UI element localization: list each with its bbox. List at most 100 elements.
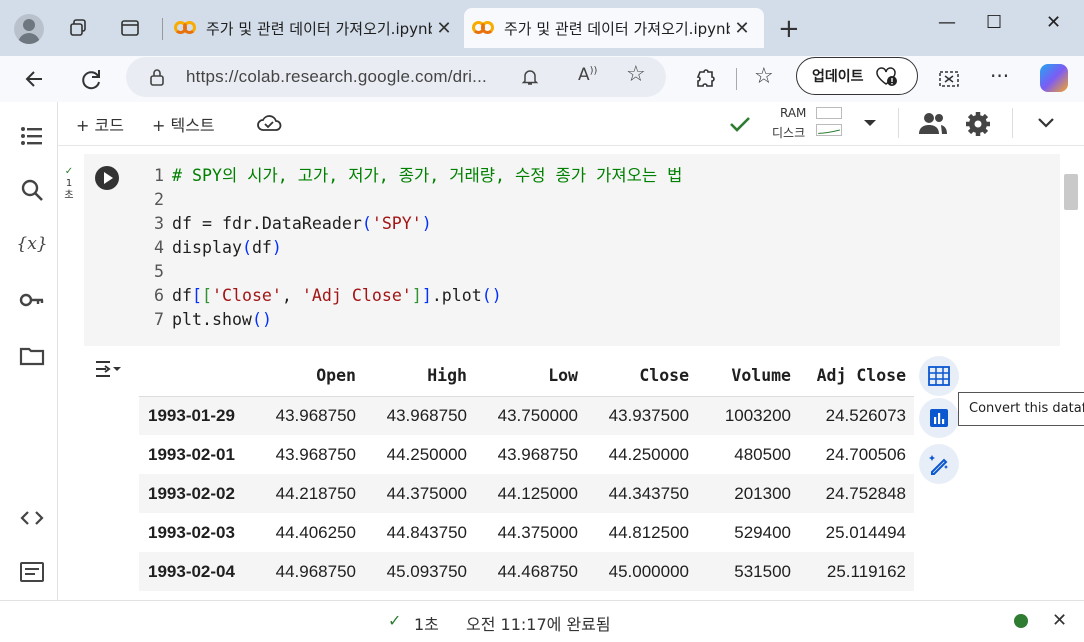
table-cell: 25.014494 — [825, 522, 906, 542]
dataframe-table: Open High Low Close Volume Adj Close 199… — [139, 356, 914, 591]
disk-usage-bar[interactable] — [816, 124, 842, 136]
left-sidebar: {x} — [6, 102, 58, 600]
table-icon — [928, 366, 950, 386]
variables-icon[interactable]: {x} — [16, 230, 47, 258]
screenshot-icon[interactable] — [934, 64, 964, 94]
window-close-button[interactable]: ✕ — [1046, 12, 1061, 33]
table-row: 1993-02-04 44.968750 45.093750 44.468750 45.… — [139, 552, 914, 591]
column-header: Open — [253, 356, 364, 397]
copilot-icon[interactable] — [1040, 64, 1068, 92]
tab-actions-icon[interactable] — [120, 18, 140, 38]
cloud-save-icon[interactable] — [256, 112, 282, 134]
colab-toolbar: + 코드 + 텍스트 RAM 디스크 — [58, 102, 1084, 146]
table-cell: 201300 — [697, 474, 799, 513]
code-line: 5 — [140, 260, 682, 284]
address-bar[interactable]: https://colab.research.google.com/dri...… — [126, 57, 666, 97]
ram-label: RAM — [780, 106, 807, 120]
files-folder-icon[interactable] — [18, 342, 46, 370]
table-of-contents-icon[interactable] — [18, 122, 46, 150]
table-cell: 44.375000 — [364, 474, 475, 513]
magic-pencil-icon — [929, 455, 948, 475]
suggest-charts-button[interactable] — [919, 398, 959, 438]
code-text: df[['Close', 'Adj Close']].plot() — [172, 286, 502, 305]
bell-icon[interactable] — [520, 67, 540, 87]
table-cell: 24.700506 — [825, 444, 906, 464]
line-number: 6 — [154, 286, 164, 305]
table-cell: 44.375000 — [497, 522, 578, 542]
column-header: Adj Close — [799, 356, 914, 397]
browser-tab-2[interactable]: 주가 및 관련 데이터 가져오기.ipynb ✕ — [464, 8, 764, 48]
table-cell: 44.218750 — [253, 474, 364, 513]
table-cell: 44.968750 — [253, 552, 364, 591]
code-editor[interactable]: 1 # SPY의 시가, 고가, 저가, 종가, 거래량, 수정 종가 가져오는 … — [140, 164, 682, 332]
code-text: plt.show() — [172, 310, 272, 329]
check-icon: ✓ — [64, 166, 74, 177]
code-line: 2 — [140, 188, 682, 212]
table-cell: 1003200 — [697, 396, 799, 435]
table-row: 1993-02-03 44.406250 44.843750 44.375000 44.… — [139, 513, 914, 552]
more-menu-icon[interactable]: ··· — [990, 64, 1009, 88]
line-number: 5 — [154, 262, 164, 281]
extensions-icon[interactable] — [690, 64, 720, 94]
table-cell: 43.968750 — [497, 444, 578, 464]
line-number: 1 — [154, 166, 164, 185]
lock-icon[interactable] — [148, 68, 166, 86]
status-close-icon[interactable]: ✕ — [1052, 610, 1067, 631]
line-number: 4 — [154, 238, 164, 257]
runtime-status-dot[interactable] — [1014, 614, 1028, 628]
profile-avatar[interactable] — [14, 14, 44, 44]
settings-gear-icon[interactable] — [964, 110, 992, 138]
search-icon[interactable] — [18, 176, 46, 204]
tab-close-icon[interactable]: ✕ — [730, 18, 754, 39]
interactive-table-button[interactable] — [919, 356, 959, 396]
run-cell-button[interactable] — [95, 166, 119, 190]
line-number: 7 — [154, 310, 164, 329]
table-cell: 44.343750 — [586, 474, 697, 513]
table-cell: 43.968750 — [275, 444, 356, 464]
collections-icon[interactable] — [68, 18, 88, 38]
tab-close-icon[interactable]: ✕ — [432, 18, 456, 39]
table-cell: 44.406250 — [275, 522, 356, 542]
favorite-star-icon[interactable]: ☆ — [626, 62, 646, 87]
back-arrow-icon[interactable] — [20, 64, 50, 94]
index-header — [139, 356, 253, 397]
code-text: display(df) — [172, 238, 282, 257]
table-cell: 43.968750 — [253, 396, 364, 435]
favorites-icon[interactable]: ☆ — [754, 64, 774, 89]
row-index-date: 1993-02-02 — [139, 474, 253, 513]
table-cell: 43.937500 — [586, 396, 697, 435]
generate-code-button[interactable] — [919, 444, 959, 484]
refresh-icon[interactable] — [76, 64, 106, 94]
maximize-button[interactable]: ☐ — [986, 12, 1002, 33]
collapse-chevron-icon[interactable] — [1036, 116, 1056, 130]
output-options-icon[interactable] — [94, 358, 122, 380]
update-button[interactable]: 업데이트 — [796, 57, 918, 95]
terminal-icon[interactable] — [18, 558, 46, 586]
read-aloud-icon[interactable]: A)) — [578, 65, 597, 85]
table-cell: 24.526073 — [799, 396, 914, 435]
share-people-icon[interactable] — [918, 110, 948, 136]
minimize-button[interactable]: — — [938, 12, 956, 33]
vertical-scrollbar[interactable] — [1064, 174, 1078, 210]
secrets-key-icon[interactable] — [18, 286, 46, 314]
table-row: 1993-01-29 43.968750 43.968750 43.750000 43.… — [139, 396, 914, 435]
ram-usage-bar[interactable] — [816, 107, 842, 119]
table-cell: 44.812500 — [608, 522, 689, 542]
code-snippets-icon[interactable] — [18, 504, 46, 532]
table-cell: 45.000000 — [586, 552, 697, 591]
add-code-button[interactable]: + 코드 — [76, 112, 124, 136]
table-cell: 43.968750 — [364, 396, 475, 435]
browser-titlebar: 주가 및 관련 데이터 가져오기.ipynb ✕ 주가 및 관련 데이터 가져오… — [0, 0, 1084, 56]
browser-tab-1[interactable]: 주가 및 관련 데이터 가져오기.ipynb ✕ — [166, 8, 462, 48]
add-text-button[interactable]: + 텍스트 — [152, 112, 215, 136]
url-text[interactable]: https://colab.research.google.com/dri... — [186, 67, 487, 87]
runtime-dropdown-icon[interactable] — [862, 118, 878, 128]
tab-title: 주가 및 관련 데이터 가져오기.ipynb — [206, 19, 432, 38]
convert-tooltip: Convert this datafr — [958, 392, 1084, 426]
table-cell: 44.843750 — [386, 522, 467, 542]
table-cell: 44.468750 — [475, 552, 586, 591]
table-cell: 43.750000 — [475, 396, 586, 435]
table-cell: 44.250000 — [386, 444, 467, 464]
column-header: Close — [586, 356, 697, 397]
new-tab-button[interactable]: + — [778, 14, 800, 44]
